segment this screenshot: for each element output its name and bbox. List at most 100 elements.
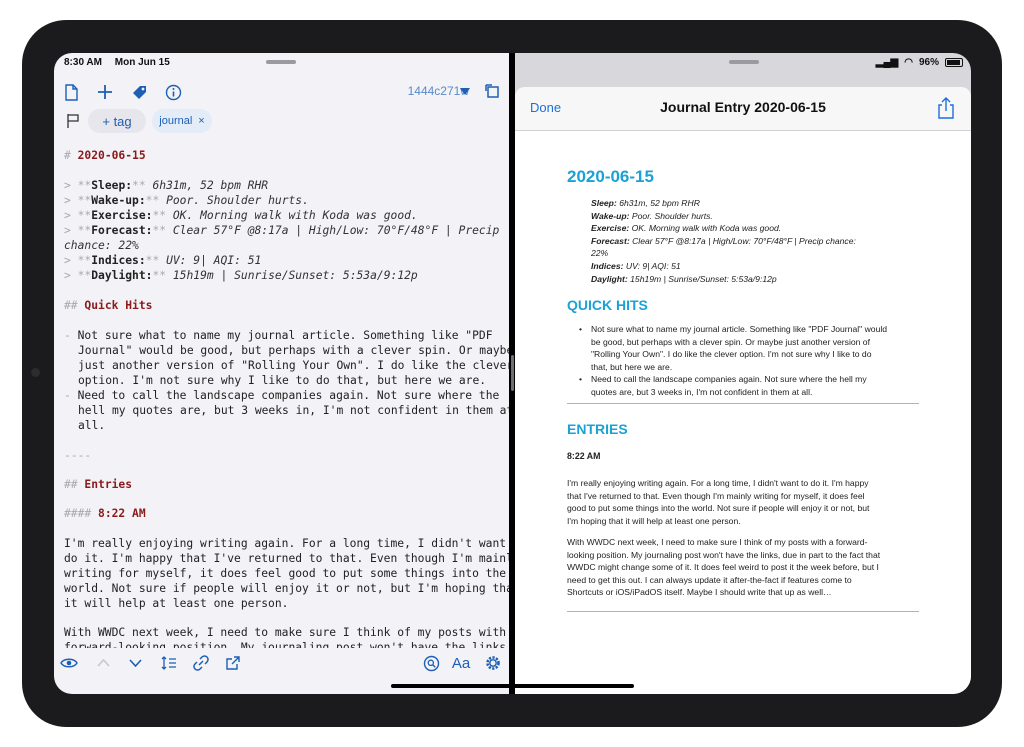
- list-line: be good, but perhaps with a clever spin.…: [591, 336, 870, 347]
- share-icon[interactable]: [937, 97, 957, 119]
- meta-label: Forecast:: [91, 224, 153, 237]
- preview-paragraph: With WWDC next week, I need to make sure…: [567, 536, 919, 599]
- tag-chip-journal[interactable]: journal ×: [152, 109, 212, 133]
- list-line: that, but here we are.: [591, 361, 673, 372]
- list-line: Not sure what to name my journal article…: [591, 324, 888, 334]
- sort-list-icon[interactable]: [158, 652, 180, 674]
- status-date: Mon Jun 15: [114, 57, 170, 68]
- editor-pane: 8:30 AM Mon Jun 15 1444c271w + tag journ…: [54, 53, 509, 694]
- tag-icon[interactable]: [128, 81, 150, 103]
- md-marker: >: [64, 209, 71, 222]
- font-size-icon[interactable]: Aa: [450, 652, 472, 674]
- paragraph-line: it will help at least one person.: [64, 597, 289, 610]
- markdown-editor[interactable]: # 2020-06-15 > **Sleep:** 6h31m, 52 bpm …: [54, 148, 509, 648]
- md-marker: >: [64, 194, 71, 207]
- search-icon[interactable]: [420, 652, 442, 674]
- editor-h2-quick-hits: Quick Hits: [84, 299, 153, 312]
- meta-value: 15h19m | Sunrise/Sunset: 5:53a/9:12p: [172, 269, 418, 282]
- md-marker: >: [64, 269, 71, 282]
- meta-label: Indices:: [91, 254, 146, 267]
- meta-value-wrap: chance: 22%: [64, 239, 139, 252]
- eye-icon[interactable]: [58, 652, 80, 674]
- camera-icon: [31, 368, 40, 377]
- paragraph-line: good to put some things into the world. …: [567, 503, 870, 514]
- paragraph-line: Shortcuts or iOS/iPadOS itself. Maybe I …: [567, 587, 832, 598]
- multitasking-grabber[interactable]: [729, 60, 759, 64]
- meta-value: OK. Morning walk with Koda was good.: [172, 209, 418, 222]
- list-line: "Rolling Your Own". I do like the clever…: [591, 349, 872, 360]
- list-line: Journal" would be good, but perhaps with…: [78, 344, 509, 357]
- paragraph-line: that I've returned to that. Even though …: [567, 490, 865, 501]
- md-marker: **: [77, 269, 92, 282]
- status-time: 8:30 AM: [64, 57, 102, 68]
- chevron-up-icon[interactable]: [92, 652, 114, 674]
- md-marker: **: [145, 194, 160, 207]
- document-icon[interactable]: [60, 81, 82, 103]
- remove-tag-icon[interactable]: ×: [198, 115, 204, 127]
- md-marker: **: [77, 254, 92, 267]
- link-icon[interactable]: [190, 652, 212, 674]
- list-line: all.: [78, 419, 106, 432]
- chevron-down-icon[interactable]: [124, 652, 146, 674]
- md-marker: ##: [64, 478, 78, 491]
- md-marker: ##: [64, 299, 78, 312]
- paragraph-line: With WWDC next week, I need to make sure…: [567, 537, 868, 547]
- meta-value: 6h31m, 52 bpm RHR: [152, 179, 269, 192]
- meta-label: Exercise:: [91, 209, 153, 222]
- list-line: just another version of "Rolling Your Ow…: [78, 359, 509, 372]
- open-external-icon[interactable]: [222, 652, 244, 674]
- list-line: hell my quotes are, but 3 weeks in, I'm …: [78, 404, 509, 417]
- preview-h1: 2020-06-15: [567, 167, 654, 186]
- meta-value: 15h19m | Sunrise/Sunset: 5:53a/9:12p: [630, 273, 777, 284]
- paragraph-line: WWDC might change some of it. It does fe…: [567, 562, 879, 573]
- paragraph-line: world. Not sure if people will enjoy it …: [64, 582, 509, 595]
- md-marker: **: [132, 179, 146, 192]
- plus-icon[interactable]: [94, 81, 116, 103]
- home-indicator[interactable]: [391, 684, 634, 688]
- list-line: Need to call the landscape companies aga…: [591, 374, 867, 385]
- md-marker: **: [77, 179, 92, 192]
- paragraph-line: need to get this out. I can always updat…: [567, 574, 852, 585]
- sheet-header: Done Journal Entry 2020-06-15: [515, 87, 971, 131]
- paragraph-line: I'm hoping that it will help at least on…: [567, 515, 741, 526]
- md-marker: -: [64, 329, 71, 342]
- meta-value: OK. Morning walk with Koda was good.: [631, 223, 782, 234]
- preview-paragraph: I'm really enjoying writing again. For a…: [567, 477, 919, 527]
- paragraph-line: I'm really enjoying writing again. For a…: [567, 478, 869, 488]
- split-view-handle[interactable]: [511, 355, 514, 391]
- add-tag-button[interactable]: + tag: [88, 109, 146, 133]
- status-bar-left: 8:30 AM Mon Jun 15: [64, 57, 180, 68]
- meta-label: Indices:: [591, 260, 624, 271]
- export-icon[interactable]: [482, 81, 504, 103]
- multitasking-grabber[interactable]: [266, 60, 296, 64]
- sheet-title: Journal Entry 2020-06-15: [660, 99, 826, 115]
- md-marker: **: [152, 209, 167, 222]
- md-marker: **: [77, 209, 92, 222]
- signal-icon: ▂▄▆: [875, 57, 899, 68]
- horizontal-rule-md: ----: [64, 449, 92, 462]
- paragraph-line: do it. I'm happy that I've returned to t…: [64, 552, 509, 565]
- tag-chip-label: journal: [159, 115, 193, 127]
- meta-value: Clear 57°F @8:17a | High/Low: 70°F/48°F …: [632, 235, 856, 246]
- gear-icon[interactable]: [482, 652, 504, 674]
- meta-value-wrap: 22%: [591, 248, 609, 259]
- meta-value: Poor. Shoulder hurts.: [166, 194, 309, 207]
- info-icon[interactable]: [162, 81, 184, 103]
- md-marker: **: [152, 224, 167, 237]
- paragraph-line: writing for myself, it does feel good to…: [64, 567, 507, 580]
- editor-h4-time: 8:22 AM: [98, 507, 146, 520]
- list-line: option. I'm not sure why I like to do th…: [78, 374, 487, 387]
- flag-icon[interactable]: [62, 110, 84, 132]
- md-marker: **: [77, 194, 92, 207]
- md-marker: >: [64, 224, 71, 237]
- meta-label: Wake-up:: [91, 194, 146, 207]
- paragraph-line: forward-looking position. My journaling …: [64, 641, 507, 648]
- md-marker: **: [77, 224, 92, 237]
- tag-row: + tag journal ×: [54, 109, 509, 135]
- preview-h4-time: 8:22 AM: [567, 451, 601, 461]
- chevron-down-icon[interactable]: [454, 81, 476, 103]
- horizontal-rule: [567, 403, 919, 404]
- meta-value: 6h31m, 52 bpm RHR: [619, 198, 700, 208]
- list-line: quotes are, but 3 weeks in, I'm not conf…: [591, 386, 813, 397]
- preview-meta-block: Sleep: 6h31m, 52 bpm RHR Wake-up: Poor. …: [591, 197, 921, 285]
